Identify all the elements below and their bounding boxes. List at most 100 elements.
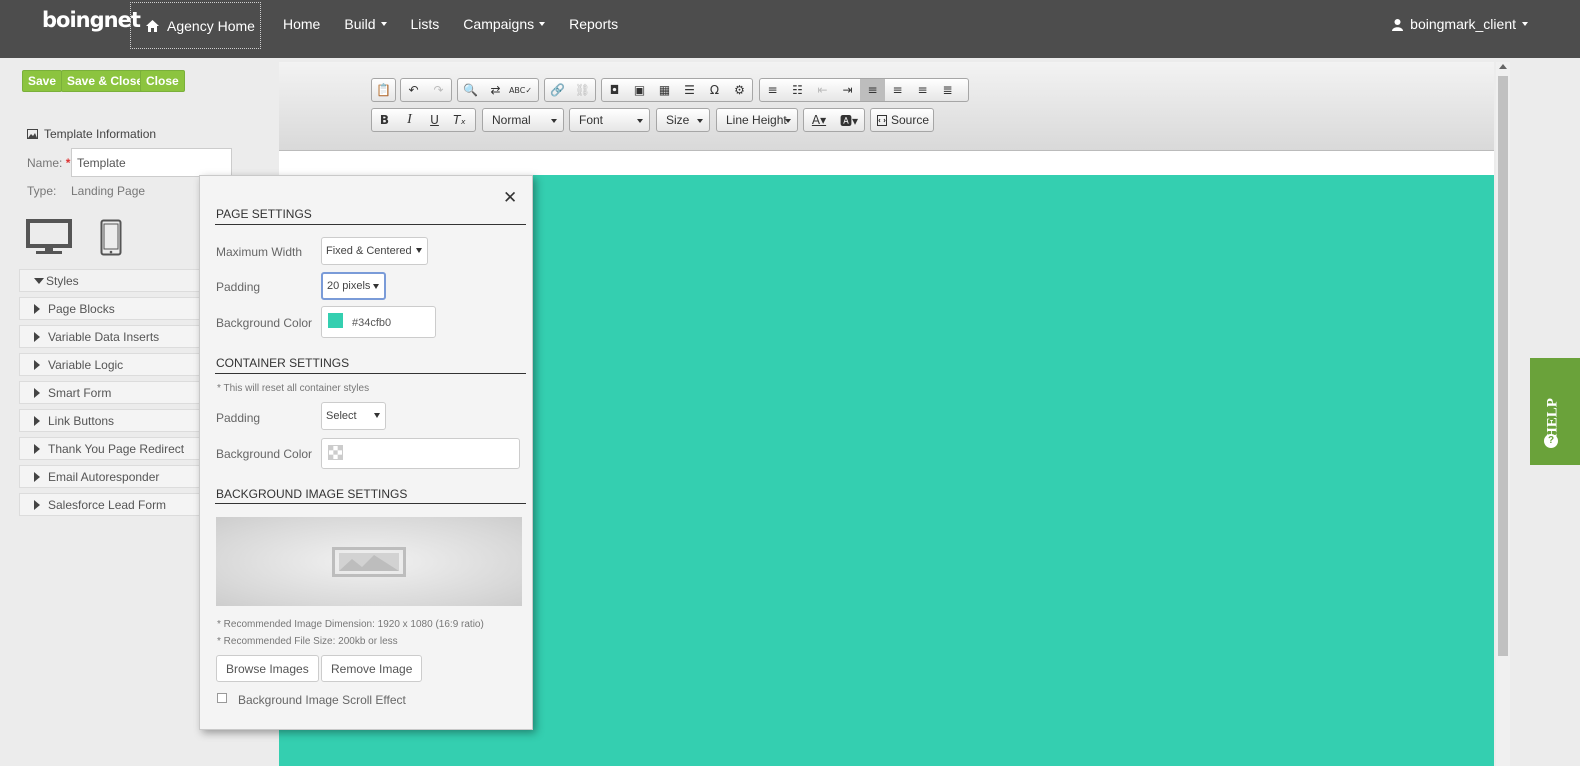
container-padding-label: Padding — [216, 411, 261, 425]
color-swatch[interactable] — [328, 313, 343, 328]
caret-right-icon — [34, 303, 40, 314]
padding-select[interactable]: 20 pixels — [321, 272, 386, 300]
horizontal-line-icon[interactable]: ☰ — [677, 79, 702, 101]
home-icon — [146, 19, 159, 32]
italic-icon[interactable]: I — [397, 109, 422, 131]
undo-icon[interactable]: ↶ — [401, 79, 426, 101]
toolbar-group-insert: ◘ ▣ ▦ ☰ Ω ⚙ — [601, 78, 753, 102]
desktop-view-icon[interactable] — [26, 219, 72, 255]
bulleted-list-icon[interactable]: ☷ — [785, 79, 810, 101]
caret-right-icon — [34, 331, 40, 342]
divider — [215, 503, 526, 504]
background-color-icon[interactable]: 🅰▾ — [834, 109, 864, 131]
nav-lists[interactable]: Lists — [399, 16, 452, 32]
unlink-icon[interactable]: ⛓ — [570, 79, 595, 101]
align-right-icon[interactable]: ≡ — [910, 79, 935, 101]
container-padding-select[interactable]: Select — [321, 402, 386, 430]
accordion-salesforce-lead-form[interactable]: Salesforce Lead Form — [19, 493, 209, 516]
link-icon[interactable]: 🔗 — [545, 79, 570, 101]
close-button[interactable]: Close — [140, 70, 185, 92]
accordion-variable-data-inserts[interactable]: Variable Data Inserts — [19, 325, 209, 348]
binoculars-icon[interactable]: ◘ — [602, 79, 627, 101]
accordion-page-blocks[interactable]: Page Blocks — [19, 297, 209, 320]
gear-icon[interactable]: ⚙ — [727, 79, 752, 101]
brand-logo[interactable]: boingnet — [42, 8, 141, 32]
accordion-link-buttons[interactable]: Link Buttons — [19, 409, 209, 432]
divider — [215, 224, 526, 225]
size-dropdown[interactable]: Size — [656, 108, 710, 132]
remove-image-button[interactable]: Remove Image — [321, 655, 423, 682]
save-close-button[interactable]: Save & Close — [61, 70, 150, 92]
paste-icon[interactable]: 📋 — [372, 79, 395, 101]
spellcheck-icon[interactable]: ABC✓ — [508, 79, 533, 101]
caret-right-icon — [34, 359, 40, 370]
top-navbar: boingnet Agency Home Home Build Lists Ca… — [0, 0, 1580, 58]
toolbar-group-basic-styles: B I U Tₓ — [371, 108, 476, 132]
container-note: * This will reset all container styles — [217, 383, 370, 394]
bold-icon[interactable]: B — [372, 109, 397, 131]
redo-icon[interactable]: ↷ — [426, 79, 451, 101]
caret-down-icon — [416, 248, 422, 253]
find-icon[interactable]: 🔍 — [458, 79, 483, 101]
container-bg-color-picker[interactable] — [321, 438, 520, 469]
image-icon[interactable]: ▣ — [627, 79, 652, 101]
save-button[interactable]: Save — [22, 70, 63, 92]
caret-right-icon — [34, 499, 40, 510]
source-button[interactable]: Source — [870, 108, 934, 132]
nav-build[interactable]: Build — [332, 16, 398, 32]
page-settings-title: PAGE SETTINGS — [216, 207, 312, 221]
max-width-select[interactable]: Fixed & Centered — [321, 237, 428, 265]
text-color-icon[interactable]: A▾ — [804, 109, 834, 131]
close-icon[interactable]: ✕ — [503, 188, 517, 208]
editor-toolbar-area — [279, 62, 1494, 151]
numbered-list-icon[interactable]: ≡ — [760, 79, 785, 101]
agency-home-label: Agency Home — [167, 17, 255, 34]
nav-reports[interactable]: Reports — [557, 16, 630, 32]
image-icon — [27, 129, 38, 139]
align-left-icon[interactable]: ≡ — [860, 79, 885, 101]
help-question-icon: ? — [1544, 434, 1558, 448]
special-char-icon[interactable]: Ω — [702, 79, 727, 101]
type-value: Landing Page — [71, 184, 146, 198]
transparent-swatch-icon[interactable] — [328, 445, 343, 460]
mobile-view-icon[interactable] — [100, 219, 122, 256]
outdent-icon[interactable]: ⇤ — [810, 79, 835, 101]
replace-icon[interactable]: ⇄ — [483, 79, 508, 101]
scroll-effect-checkbox[interactable] — [217, 693, 227, 703]
accordion-styles[interactable]: Styles — [19, 269, 209, 292]
toolbar-group-undo: ↶ ↷ — [400, 78, 452, 102]
nav-campaigns[interactable]: Campaigns — [451, 16, 557, 32]
template-name-input[interactable]: Template — [71, 148, 232, 177]
scroll-up-arrow-icon[interactable] — [1499, 64, 1507, 69]
scrollbar-thumb[interactable] — [1498, 76, 1508, 656]
padding-label: Padding — [216, 280, 261, 294]
accordion-smart-form[interactable]: Smart Form — [19, 381, 209, 404]
underline-icon[interactable]: U — [422, 109, 447, 131]
agency-home-link[interactable]: Agency Home — [130, 2, 261, 49]
font-dropdown[interactable]: Font — [569, 108, 650, 132]
source-icon — [877, 114, 887, 126]
accordion-variable-logic[interactable]: Variable Logic — [19, 353, 209, 376]
user-menu[interactable]: boingmark_client — [1391, 0, 1528, 48]
rec-size-note: * Recommended File Size: 200kb or less — [217, 636, 398, 647]
line-height-dropdown[interactable]: Line Height — [716, 108, 798, 132]
accordion-thank-you-redirect[interactable]: Thank You Page Redirect — [19, 437, 209, 460]
accordion-email-autoresponder[interactable]: Email Autoresponder — [19, 465, 209, 488]
format-dropdown[interactable]: Normal — [482, 108, 564, 132]
justify-icon[interactable]: ≣ — [935, 79, 960, 101]
max-width-label: Maximum Width — [216, 245, 303, 259]
type-label: Type: — [27, 184, 57, 198]
caret-right-icon — [34, 415, 40, 426]
caret-down-icon — [373, 284, 379, 289]
caret-down-icon — [1522, 22, 1528, 26]
indent-icon[interactable]: ⇥ — [835, 79, 860, 101]
main-nav: Home Build Lists Campaigns Reports — [271, 0, 630, 48]
user-icon — [1392, 18, 1404, 31]
caret-right-icon — [34, 387, 40, 398]
nav-home[interactable]: Home — [271, 16, 332, 32]
remove-format-icon[interactable]: Tₓ — [447, 109, 472, 131]
bg-color-picker[interactable]: #34cfb0 — [321, 306, 436, 338]
browse-images-button[interactable]: Browse Images — [216, 655, 319, 682]
align-center-icon[interactable]: ≡ — [885, 79, 910, 101]
table-icon[interactable]: ▦ — [652, 79, 677, 101]
